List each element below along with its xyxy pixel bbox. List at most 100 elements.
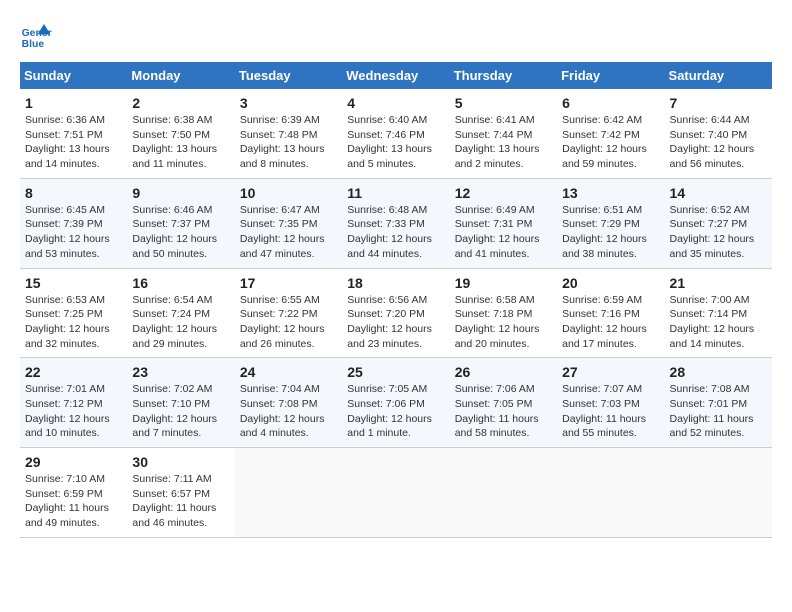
day-cell: 1Sunrise: 6:36 AM Sunset: 7:51 PM Daylig… [20, 89, 127, 178]
day-info: Sunrise: 7:05 AM Sunset: 7:06 PM Dayligh… [347, 382, 444, 441]
day-number: 7 [670, 95, 767, 111]
day-info: Sunrise: 6:48 AM Sunset: 7:33 PM Dayligh… [347, 203, 444, 262]
day-number: 10 [240, 185, 337, 201]
day-cell: 26Sunrise: 7:06 AM Sunset: 7:05 PM Dayli… [450, 358, 557, 448]
calendar-row: 8 Sunrise: 6:45 AM Sunset: 7:39 PM Daylig… [20, 178, 772, 268]
day-info: Sunrise: 6:47 AM Sunset: 7:35 PM Dayligh… [240, 203, 337, 262]
day-header-wednesday: Wednesday [342, 62, 449, 89]
day-cell: 8 Sunrise: 6:45 AM Sunset: 7:39 PM Daylig… [20, 178, 127, 268]
day-cell: 23 Sunrise: 7:02 AM Sunset: 7:10 PM Dayli… [127, 358, 234, 448]
day-number: 30 [132, 454, 229, 470]
day-info: Sunrise: 6:42 AM Sunset: 7:42 PM Dayligh… [562, 113, 659, 172]
day-number: 2 [132, 95, 229, 111]
day-cell: 18Sunrise: 6:56 AM Sunset: 7:20 PM Dayli… [342, 268, 449, 358]
day-info: Sunrise: 6:39 AM Sunset: 7:48 PM Dayligh… [240, 113, 337, 172]
day-number: 19 [455, 275, 552, 291]
day-info: Sunrise: 7:01 AM Sunset: 7:12 PM Dayligh… [25, 382, 122, 441]
day-cell: 14Sunrise: 6:52 AM Sunset: 7:27 PM Dayli… [665, 178, 772, 268]
day-number: 13 [562, 185, 659, 201]
header-row: SundayMondayTuesdayWednesdayThursdayFrid… [20, 62, 772, 89]
day-info: Sunrise: 6:53 AM Sunset: 7:25 PM Dayligh… [25, 293, 122, 352]
day-info: Sunrise: 6:41 AM Sunset: 7:44 PM Dayligh… [455, 113, 552, 172]
day-cell: 24Sunrise: 7:04 AM Sunset: 7:08 PM Dayli… [235, 358, 342, 448]
day-number: 6 [562, 95, 659, 111]
day-info: Sunrise: 6:51 AM Sunset: 7:29 PM Dayligh… [562, 203, 659, 262]
page-header: General Blue [20, 20, 772, 52]
day-cell: 9 Sunrise: 6:46 AM Sunset: 7:37 PM Daylig… [127, 178, 234, 268]
day-info: Sunrise: 6:38 AM Sunset: 7:50 PM Dayligh… [132, 113, 229, 172]
day-number: 24 [240, 364, 337, 380]
day-number: 12 [455, 185, 552, 201]
day-number: 18 [347, 275, 444, 291]
day-header-sunday: Sunday [20, 62, 127, 89]
empty-cell [450, 448, 557, 538]
day-number: 29 [25, 454, 122, 470]
day-info: Sunrise: 6:55 AM Sunset: 7:22 PM Dayligh… [240, 293, 337, 352]
logo-icon: General Blue [20, 20, 52, 52]
day-cell: 28 Sunrise: 7:08 AM Sunset: 7:01 PM Dayli… [665, 358, 772, 448]
day-info: Sunrise: 6:45 AM Sunset: 7:39 PM Dayligh… [25, 203, 122, 262]
day-number: 23 [132, 364, 229, 380]
day-cell: 25Sunrise: 7:05 AM Sunset: 7:06 PM Dayli… [342, 358, 449, 448]
day-info: Sunrise: 7:08 AM Sunset: 7:01 PM Dayligh… [670, 382, 767, 441]
day-number: 3 [240, 95, 337, 111]
day-number: 9 [132, 185, 229, 201]
day-cell: 11 Sunrise: 6:48 AM Sunset: 7:33 PM Dayli… [342, 178, 449, 268]
day-cell: 19 Sunrise: 6:58 AM Sunset: 7:18 PM Dayli… [450, 268, 557, 358]
calendar-row: 15 Sunrise: 6:53 AM Sunset: 7:25 PM Dayli… [20, 268, 772, 358]
day-cell: 29 Sunrise: 7:10 AM Sunset: 6:59 PM Dayli… [20, 448, 127, 538]
day-cell: 21Sunrise: 7:00 AM Sunset: 7:14 PM Dayli… [665, 268, 772, 358]
empty-cell [557, 448, 664, 538]
day-number: 5 [455, 95, 552, 111]
day-info: Sunrise: 6:59 AM Sunset: 7:16 PM Dayligh… [562, 293, 659, 352]
day-info: Sunrise: 7:00 AM Sunset: 7:14 PM Dayligh… [670, 293, 767, 352]
calendar-row: 22 Sunrise: 7:01 AM Sunset: 7:12 PM Dayli… [20, 358, 772, 448]
day-cell: 3 Sunrise: 6:39 AM Sunset: 7:48 PM Daylig… [235, 89, 342, 178]
calendar-table: SundayMondayTuesdayWednesdayThursdayFrid… [20, 62, 772, 538]
day-header-tuesday: Tuesday [235, 62, 342, 89]
day-info: Sunrise: 6:58 AM Sunset: 7:18 PM Dayligh… [455, 293, 552, 352]
calendar-row: 29 Sunrise: 7:10 AM Sunset: 6:59 PM Dayli… [20, 448, 772, 538]
day-info: Sunrise: 6:40 AM Sunset: 7:46 PM Dayligh… [347, 113, 444, 172]
day-cell: 15 Sunrise: 6:53 AM Sunset: 7:25 PM Dayli… [20, 268, 127, 358]
day-info: Sunrise: 7:07 AM Sunset: 7:03 PM Dayligh… [562, 382, 659, 441]
day-number: 11 [347, 185, 444, 201]
empty-cell [342, 448, 449, 538]
day-header-saturday: Saturday [665, 62, 772, 89]
day-cell: 2 Sunrise: 6:38 AM Sunset: 7:50 PM Daylig… [127, 89, 234, 178]
day-cell: 20 Sunrise: 6:59 AM Sunset: 7:16 PM Dayli… [557, 268, 664, 358]
logo: General Blue [20, 20, 56, 52]
day-info: Sunrise: 6:52 AM Sunset: 7:27 PM Dayligh… [670, 203, 767, 262]
day-info: Sunrise: 7:02 AM Sunset: 7:10 PM Dayligh… [132, 382, 229, 441]
day-info: Sunrise: 6:49 AM Sunset: 7:31 PM Dayligh… [455, 203, 552, 262]
calendar-row: 1Sunrise: 6:36 AM Sunset: 7:51 PM Daylig… [20, 89, 772, 178]
day-number: 27 [562, 364, 659, 380]
svg-text:Blue: Blue [22, 39, 45, 50]
day-header-thursday: Thursday [450, 62, 557, 89]
day-info: Sunrise: 6:54 AM Sunset: 7:24 PM Dayligh… [132, 293, 229, 352]
day-number: 16 [132, 275, 229, 291]
day-cell: 4 Sunrise: 6:40 AM Sunset: 7:46 PM Daylig… [342, 89, 449, 178]
day-info: Sunrise: 6:44 AM Sunset: 7:40 PM Dayligh… [670, 113, 767, 172]
day-cell: 16 Sunrise: 6:54 AM Sunset: 7:24 PM Dayli… [127, 268, 234, 358]
day-number: 8 [25, 185, 122, 201]
day-number: 28 [670, 364, 767, 380]
day-cell: 10 Sunrise: 6:47 AM Sunset: 7:35 PM Dayli… [235, 178, 342, 268]
day-info: Sunrise: 6:36 AM Sunset: 7:51 PM Dayligh… [25, 113, 122, 172]
day-number: 20 [562, 275, 659, 291]
empty-cell [235, 448, 342, 538]
day-cell: 30 Sunrise: 7:11 AM Sunset: 6:57 PM Dayli… [127, 448, 234, 538]
empty-cell [665, 448, 772, 538]
day-info: Sunrise: 7:11 AM Sunset: 6:57 PM Dayligh… [132, 472, 229, 531]
day-cell: 27 Sunrise: 7:07 AM Sunset: 7:03 PM Dayli… [557, 358, 664, 448]
day-number: 15 [25, 275, 122, 291]
day-info: Sunrise: 7:06 AM Sunset: 7:05 PM Dayligh… [455, 382, 552, 441]
day-number: 22 [25, 364, 122, 380]
day-number: 4 [347, 95, 444, 111]
day-info: Sunrise: 6:46 AM Sunset: 7:37 PM Dayligh… [132, 203, 229, 262]
day-header-friday: Friday [557, 62, 664, 89]
day-cell: 13 Sunrise: 6:51 AM Sunset: 7:29 PM Dayli… [557, 178, 664, 268]
day-cell: 5 Sunrise: 6:41 AM Sunset: 7:44 PM Daylig… [450, 89, 557, 178]
day-info: Sunrise: 7:10 AM Sunset: 6:59 PM Dayligh… [25, 472, 122, 531]
day-number: 17 [240, 275, 337, 291]
